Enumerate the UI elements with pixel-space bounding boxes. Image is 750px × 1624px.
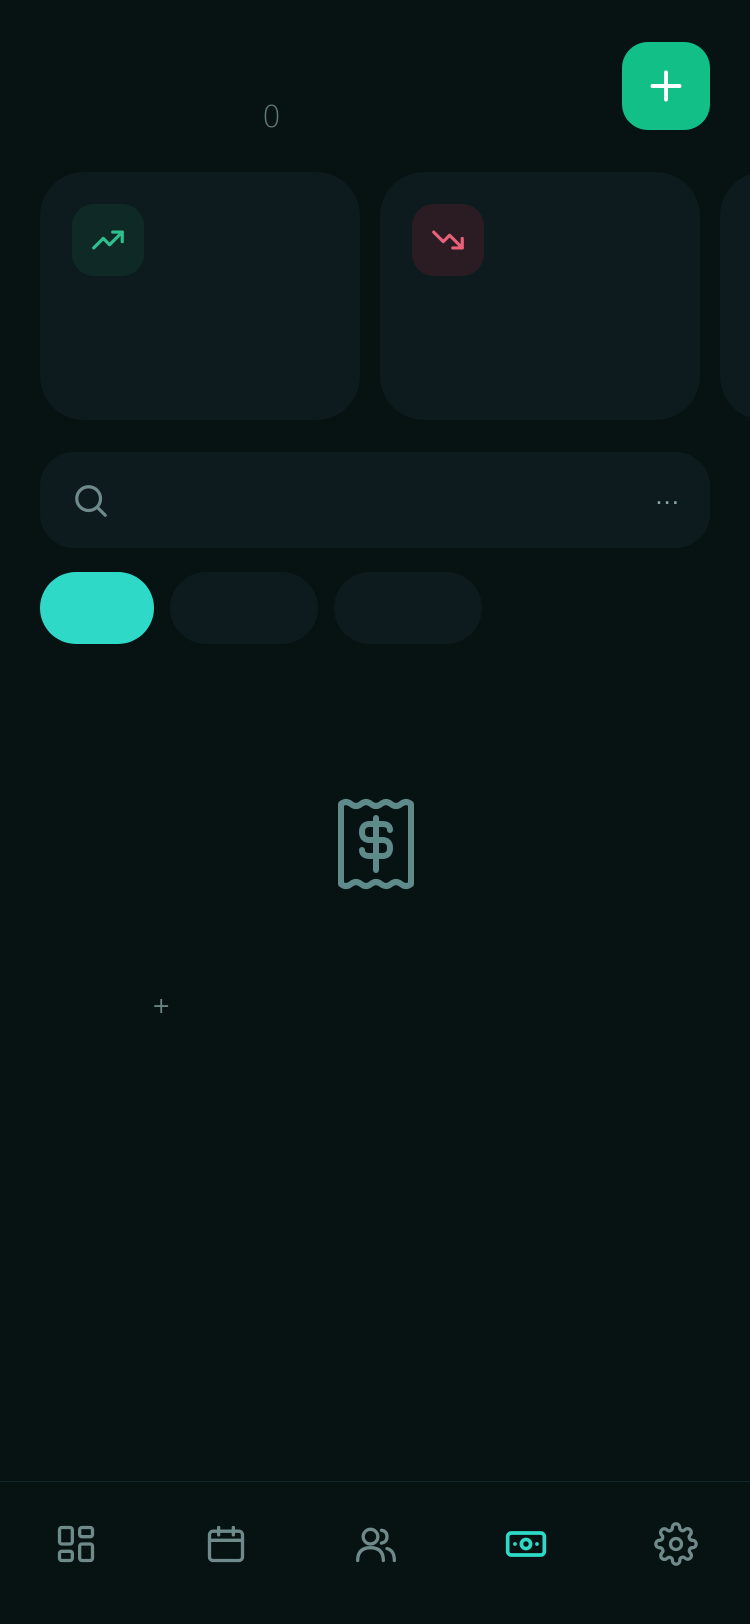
nav-finance[interactable]	[496, 1514, 556, 1574]
filter-chip-expense[interactable]	[334, 572, 482, 644]
add-transaction-button[interactable]	[622, 42, 710, 130]
search-bar: ...	[40, 452, 710, 548]
dashboard-icon	[57, 1525, 95, 1563]
search-more-indicator: ...	[655, 480, 680, 510]
expense-icon-badge	[412, 204, 484, 276]
nav-calendar[interactable]	[196, 1514, 256, 1574]
income-icon-badge	[72, 204, 144, 276]
balance-summary-card[interactable]	[720, 172, 750, 420]
users-icon	[356, 1527, 396, 1563]
gear-icon	[654, 1522, 698, 1566]
nav-clients[interactable]	[346, 1514, 406, 1574]
calendar-icon	[207, 1525, 245, 1563]
nav-settings[interactable]	[646, 1514, 706, 1574]
banknote-icon	[505, 1531, 547, 1557]
income-summary-card[interactable]	[40, 172, 360, 420]
app-screen: 0 ... +	[0, 0, 750, 1624]
filter-chip-income[interactable]	[170, 572, 318, 644]
receipt-dollar-icon	[338, 799, 414, 889]
trending-up-icon	[92, 230, 124, 250]
plus-icon	[650, 70, 682, 102]
transaction-count: 0	[262, 100, 282, 135]
trending-down-icon	[432, 230, 464, 250]
expense-summary-card[interactable]	[380, 172, 700, 420]
filter-chip-all[interactable]	[40, 572, 154, 644]
nav-dashboard[interactable]	[46, 1514, 106, 1574]
bottom-navigation	[0, 1481, 750, 1624]
add-first-transaction-link[interactable]: +	[152, 994, 170, 1019]
search-icon	[75, 485, 107, 517]
search-input[interactable]	[130, 474, 634, 528]
